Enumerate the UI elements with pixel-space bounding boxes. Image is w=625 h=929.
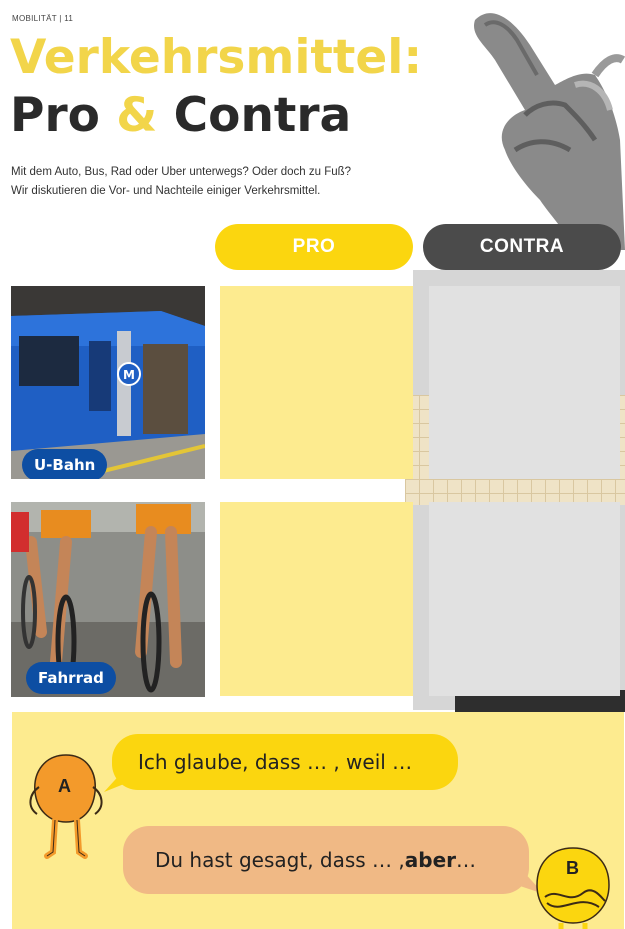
- title-ampersand: &: [116, 88, 158, 143]
- speech-bubble-b-bold: aber: [404, 848, 457, 872]
- title-pro: Pro: [10, 88, 100, 143]
- subtitle: Mit dem Auto, Bus, Rad oder Uber unterwe…: [11, 163, 431, 201]
- contra-cell-u-bahn[interactable]: [429, 286, 620, 479]
- fahrrad-photo: Fahrrad: [11, 502, 205, 697]
- subtitle-line2: Wir diskutieren die Vor- und Nachteile e…: [11, 185, 321, 197]
- contra-cell-fahrrad[interactable]: [429, 502, 620, 696]
- speaker-b-label: B: [566, 858, 579, 878]
- u-bahn-photo: M U-Bahn: [11, 286, 205, 479]
- subtitle-line1: Mit dem Auto, Bus, Rad oder Uber unterwe…: [11, 166, 352, 178]
- pointing-hand-photo: [455, 0, 625, 250]
- speech-bubble-b: Du hast gesagt, dass … , aber…: [123, 826, 529, 894]
- contra-column-header: CONTRA: [423, 224, 621, 270]
- title-contra: Contra: [173, 88, 352, 143]
- row-label-fahrrad: Fahrrad: [26, 662, 116, 694]
- pro-cell-fahrrad[interactable]: [220, 502, 413, 696]
- speaker-a-label: A: [58, 776, 71, 796]
- character-a-icon: [29, 754, 103, 859]
- speech-bubble-a: Ich glaube, dass … , weil …: [112, 734, 458, 790]
- speech-bubble-b-post: …: [456, 848, 477, 872]
- speech-bubble-a-text: Ich glaube, dass … , weil …: [138, 750, 413, 774]
- speech-bubble-b-pre: Du hast gesagt, dass … ,: [155, 848, 405, 872]
- pro-cell-u-bahn[interactable]: [220, 286, 413, 479]
- svg-text:M: M: [123, 368, 135, 382]
- bubble-a-tail: [104, 770, 124, 792]
- section-label: MOBILITÄT | 11: [12, 14, 74, 23]
- page-title-line2: Pro & Contra: [10, 88, 351, 143]
- row-label-u-bahn: U-Bahn: [22, 449, 108, 479]
- pro-column-header: PRO: [215, 224, 413, 270]
- page-title-line1: Verkehrsmittel:: [10, 30, 423, 85]
